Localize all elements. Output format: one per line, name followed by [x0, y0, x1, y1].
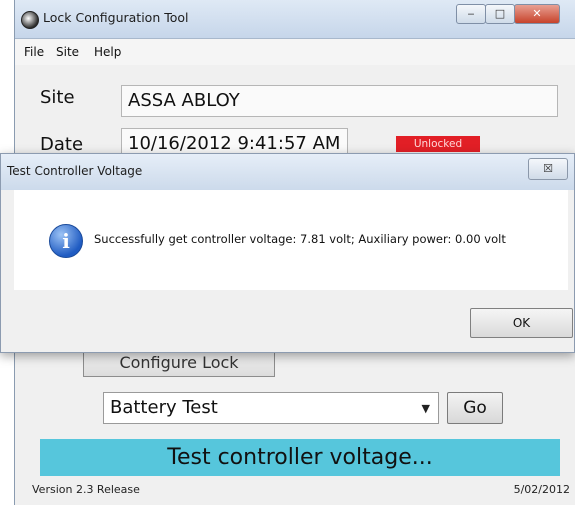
release-date-label: 5/02/2012	[513, 483, 570, 496]
test-type-value: Battery Test	[110, 397, 218, 418]
version-label: Version 2.3 Release	[32, 483, 140, 496]
menu-site[interactable]: Site	[56, 45, 79, 59]
app-icon	[21, 11, 39, 29]
dialog-title-bar: Test Controller Voltage ☒	[1, 154, 574, 190]
dialog-message: Successfully get controller voltage: 7.8…	[94, 232, 506, 246]
info-icon: i	[49, 224, 83, 258]
maximize-button[interactable]: □	[485, 4, 515, 24]
menu-help[interactable]: Help	[94, 45, 121, 59]
site-label: Site	[40, 87, 75, 108]
go-button[interactable]: Go	[447, 392, 503, 424]
test-type-select[interactable]: Battery Test ▼	[103, 392, 439, 424]
title-bar: Lock Configuration Tool ‒ □ ✕	[15, 0, 575, 39]
close-button[interactable]: ✕	[514, 4, 560, 24]
window-controls: ‒ □ ✕	[456, 4, 560, 24]
ok-button[interactable]: OK	[470, 308, 573, 338]
dialog-close-button[interactable]: ☒	[528, 158, 568, 180]
menu-bar: File Site Help	[15, 39, 575, 65]
dialog-title: Test Controller Voltage	[7, 164, 143, 178]
minimize-button[interactable]: ‒	[456, 4, 486, 24]
dialog-body: i Successfully get controller voltage: 7…	[14, 190, 568, 290]
site-field[interactable]: ASSA ABLOY	[121, 85, 558, 117]
date-label: Date	[40, 134, 84, 155]
progress-banner: Test controller voltage...	[40, 439, 560, 476]
chevron-down-icon[interactable]: ▼	[422, 394, 430, 424]
lock-status-badge: Unlocked	[396, 136, 480, 152]
menu-file[interactable]: File	[24, 45, 44, 59]
test-controller-voltage-dialog: Test Controller Voltage ☒ i Successfully…	[0, 153, 575, 353]
window-title: Lock Configuration Tool	[43, 10, 189, 25]
